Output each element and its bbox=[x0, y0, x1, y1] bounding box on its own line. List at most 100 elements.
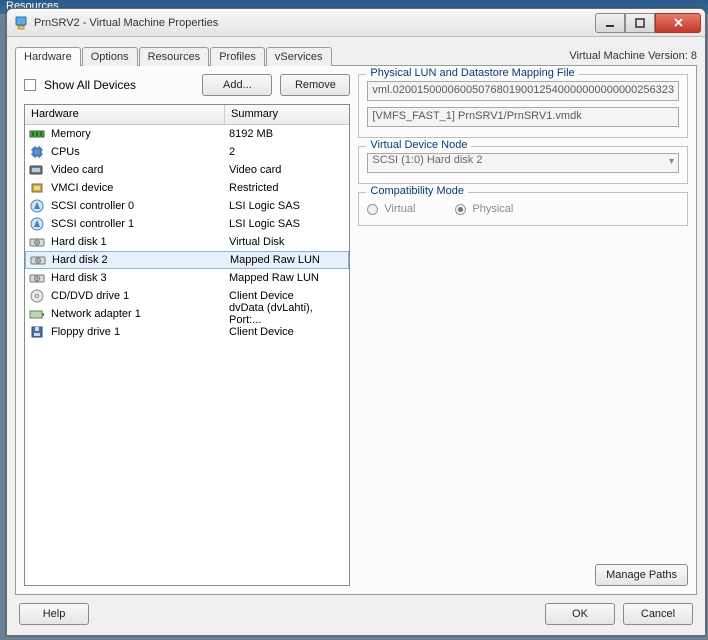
hardware-list: Hardware Summary Memory8192 MB CPUs 2 Video… bbox=[24, 104, 350, 586]
radio-icon bbox=[367, 204, 378, 215]
vdn-legend: Virtual Device Node bbox=[366, 139, 471, 151]
left-panel: Show All Devices Add... Remove Hardware … bbox=[24, 74, 350, 586]
compat-virtual-label: Virtual bbox=[384, 203, 415, 215]
tab-vservices[interactable]: vServices bbox=[266, 47, 332, 66]
compat-physical-label: Physical bbox=[472, 203, 513, 215]
dialog-buttons: Help OK Cancel bbox=[15, 595, 697, 627]
hardware-cell: Hard disk 3 bbox=[25, 271, 225, 285]
summary-cell: 8192 MB bbox=[225, 128, 349, 140]
scsi-icon bbox=[29, 217, 45, 231]
summary-cell: Virtual Disk bbox=[225, 236, 349, 248]
compat-fieldset: Compatibility Mode Virtual Physical bbox=[358, 192, 688, 226]
remove-button[interactable]: Remove bbox=[280, 74, 350, 96]
tab-options[interactable]: Options bbox=[82, 47, 138, 66]
tabs-row: HardwareOptionsResourcesProfilesvService… bbox=[15, 43, 697, 65]
compat-options: Virtual Physical bbox=[367, 203, 679, 215]
hardware-name: Hard disk 3 bbox=[51, 272, 107, 284]
hardware-cell: Hard disk 2 bbox=[26, 253, 226, 267]
radio-icon bbox=[455, 204, 466, 215]
hardware-name: VMCI device bbox=[51, 182, 113, 194]
summary-cell: Client Device bbox=[225, 326, 349, 338]
table-row[interactable]: CPUs 2 bbox=[25, 143, 349, 161]
hardware-list-header: Hardware Summary bbox=[25, 105, 349, 125]
disk-icon bbox=[30, 253, 46, 267]
hardware-name: Network adapter 1 bbox=[51, 308, 141, 320]
hardware-name: Hard disk 1 bbox=[51, 236, 107, 248]
disk-icon bbox=[29, 271, 45, 285]
summary-cell: LSI Logic SAS bbox=[225, 218, 349, 230]
hardware-name: SCSI controller 0 bbox=[51, 200, 134, 212]
table-row[interactable]: VMCI device Restricted bbox=[25, 179, 349, 197]
lun-legend: Physical LUN and Datastore Mapping File bbox=[366, 67, 578, 79]
hardware-cell: Network adapter 1 bbox=[25, 307, 225, 321]
table-row[interactable]: SCSI controller 0 LSI Logic SAS bbox=[25, 197, 349, 215]
window-buttons bbox=[595, 13, 701, 33]
vmci-icon bbox=[29, 181, 45, 195]
hardware-name: SCSI controller 1 bbox=[51, 218, 134, 230]
cancel-button[interactable]: Cancel bbox=[623, 603, 693, 625]
summary-cell: Video card bbox=[225, 164, 349, 176]
window: PrnSRV2 - Virtual Machine Properties Har… bbox=[6, 8, 706, 636]
hardware-cell: SCSI controller 1 bbox=[25, 217, 225, 231]
hardware-toolbar: Show All Devices Add... Remove bbox=[24, 74, 350, 96]
window-title: PrnSRV2 - Virtual Machine Properties bbox=[34, 17, 595, 29]
tab-profiles[interactable]: Profiles bbox=[210, 47, 265, 66]
hardware-cell: SCSI controller 0 bbox=[25, 199, 225, 213]
hardware-cell: Video card bbox=[25, 163, 225, 177]
hardware-name: Hard disk 2 bbox=[52, 254, 108, 266]
minimize-button[interactable] bbox=[595, 13, 625, 33]
summary-cell: Client Device bbox=[225, 290, 349, 302]
close-button[interactable] bbox=[655, 13, 701, 33]
hardware-cell: Floppy drive 1 bbox=[25, 325, 225, 339]
titlebar: PrnSRV2 - Virtual Machine Properties bbox=[7, 9, 705, 37]
table-row[interactable]: Hard disk 2Mapped Raw LUN bbox=[25, 251, 349, 269]
add-button[interactable]: Add... bbox=[202, 74, 272, 96]
cpu-icon bbox=[29, 145, 45, 159]
cd-icon bbox=[29, 289, 45, 303]
maximize-button[interactable] bbox=[625, 13, 655, 33]
column-hardware[interactable]: Hardware bbox=[25, 105, 225, 124]
right-panel: Physical LUN and Datastore Mapping File … bbox=[358, 74, 688, 586]
content: HardwareOptionsResourcesProfilesvService… bbox=[7, 37, 705, 635]
memory-icon bbox=[29, 127, 45, 141]
summary-cell: LSI Logic SAS bbox=[225, 200, 349, 212]
hardware-cell: Memory bbox=[25, 127, 225, 141]
compat-legend: Compatibility Mode bbox=[366, 185, 468, 197]
hardware-cell: CPUs bbox=[25, 145, 225, 159]
vdn-select[interactable]: SCSI (1:0) Hard disk 2 bbox=[367, 153, 679, 173]
summary-cell: Restricted bbox=[225, 182, 349, 194]
hardware-cell: CD/DVD drive 1 bbox=[25, 289, 225, 303]
main-area: Show All Devices Add... Remove Hardware … bbox=[15, 65, 697, 595]
ok-button[interactable]: OK bbox=[545, 603, 615, 625]
summary-cell: 2 bbox=[225, 146, 349, 158]
table-row[interactable]: Memory8192 MB bbox=[25, 125, 349, 143]
show-all-devices-checkbox[interactable] bbox=[24, 79, 36, 91]
scsi-icon bbox=[29, 199, 45, 213]
table-row[interactable]: Network adapter 1 dvData (dvLahti), Port:… bbox=[25, 305, 349, 323]
nic-icon bbox=[29, 307, 45, 321]
vdn-fieldset: Virtual Device Node SCSI (1:0) Hard disk… bbox=[358, 146, 688, 184]
tab-hardware[interactable]: Hardware bbox=[15, 47, 81, 66]
table-row[interactable]: Hard disk 3 Mapped Raw LUN bbox=[25, 269, 349, 287]
hardware-list-body: Memory8192 MB CPUs 2 Video card Video card VM… bbox=[25, 125, 349, 341]
summary-cell: dvData (dvLahti), Port:... bbox=[225, 302, 349, 326]
lun-path-field: vml.020015000060050768019001254000000000… bbox=[367, 81, 679, 101]
summary-cell: Mapped Raw LUN bbox=[225, 272, 349, 284]
compat-virtual-radio: Virtual bbox=[367, 203, 415, 215]
hardware-name: Video card bbox=[51, 164, 103, 176]
manage-paths-button[interactable]: Manage Paths bbox=[595, 564, 688, 586]
hardware-name: CPUs bbox=[51, 146, 80, 158]
table-row[interactable]: Floppy drive 1Client Device bbox=[25, 323, 349, 341]
help-button[interactable]: Help bbox=[19, 603, 89, 625]
table-row[interactable]: SCSI controller 1 LSI Logic SAS bbox=[25, 215, 349, 233]
table-row[interactable]: Video card Video card bbox=[25, 161, 349, 179]
app-icon bbox=[13, 15, 29, 31]
hardware-name: CD/DVD drive 1 bbox=[51, 290, 129, 302]
hardware-cell: Hard disk 1 bbox=[25, 235, 225, 249]
column-summary[interactable]: Summary bbox=[225, 105, 349, 124]
lun-fieldset: Physical LUN and Datastore Mapping File … bbox=[358, 74, 688, 138]
tab-resources[interactable]: Resources bbox=[139, 47, 210, 66]
compat-physical-radio: Physical bbox=[455, 203, 513, 215]
vm-version: Virtual Machine Version: 8 bbox=[569, 50, 697, 65]
table-row[interactable]: Hard disk 1 Virtual Disk bbox=[25, 233, 349, 251]
